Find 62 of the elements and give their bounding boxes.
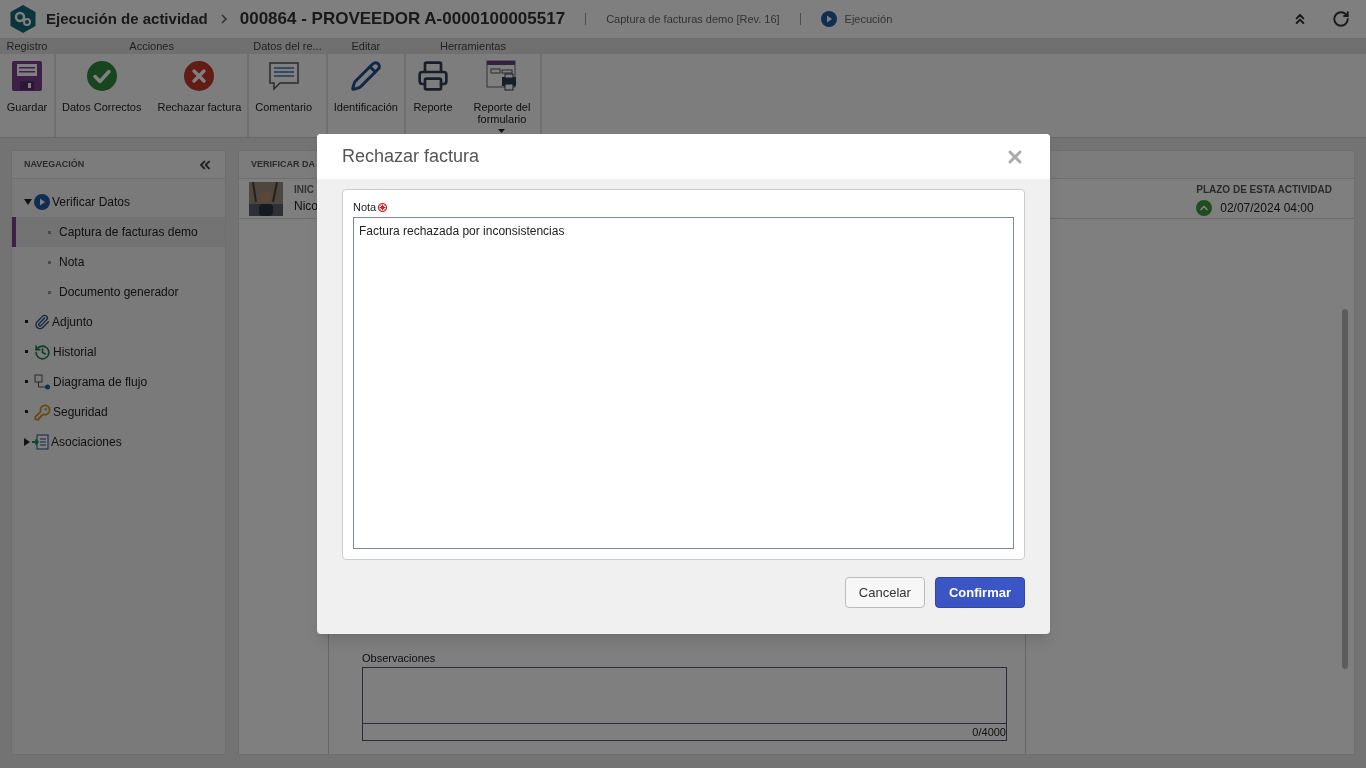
- bullet-icon: [48, 260, 51, 264]
- nav-item[interactable]: Adjunto: [12, 307, 225, 337]
- ribbon-group-label: Editar: [327, 38, 404, 54]
- confirm-button[interactable]: Confirmar: [934, 577, 1025, 608]
- process-name: Captura de facturas demo [Rev. 16]: [606, 11, 780, 27]
- ribbon-button[interactable]: Rechazar factura: [153, 60, 246, 113]
- dialog-title: Rechazar factura: [342, 145, 480, 168]
- ribbon-button[interactable]: Datos Correctos: [58, 60, 146, 113]
- ribbon-button[interactable]: Reporte del formulario: [465, 60, 538, 133]
- deadline-label: PLAZO DE ESTA ACTIVIDAD: [1196, 183, 1332, 197]
- nav-subitem[interactable]: Documento generador: [12, 277, 225, 307]
- bullet-icon: [48, 230, 51, 234]
- bullet-icon: [48, 290, 51, 294]
- field-label: Observaciones: [362, 651, 437, 666]
- printer-icon: [416, 60, 449, 92]
- refresh-icon[interactable]: [1332, 10, 1350, 28]
- check-icon: [85, 60, 118, 92]
- nav-item[interactable]: Seguridad: [12, 397, 225, 427]
- character-counter: 0/4000: [972, 724, 1006, 740]
- ribbon-group-label: Datos del re...: [249, 38, 326, 54]
- panel-title: VERIFICAR DA: [251, 157, 315, 171]
- status-label: Ejecución: [844, 11, 893, 27]
- pencil-icon: [349, 60, 382, 92]
- cross-icon: [183, 60, 216, 92]
- list-import-icon: [32, 434, 49, 450]
- form-printer-icon: [485, 60, 518, 92]
- note-field[interactable]: Factura rechazada por inconsistencias: [353, 216, 1014, 549]
- key-icon: [34, 403, 51, 421]
- ribbon-button[interactable]: Identificación: [329, 60, 402, 113]
- field-label: Nota: [353, 200, 377, 215]
- cancel-button[interactable]: Cancelar: [844, 577, 925, 608]
- nav-item[interactable]: Diagrama de flujo: [12, 367, 225, 397]
- history-icon: [34, 343, 51, 361]
- panel-title: NAVEGACIÓN: [24, 157, 85, 171]
- starter-name: Nico: [294, 198, 318, 215]
- caret-right-icon: [24, 438, 30, 446]
- ribbon-button[interactable]: Reporte: [407, 60, 458, 113]
- ribbon-button[interactable]: Comentario: [251, 60, 317, 113]
- record-title: 000864 - PROVEEDOR A-0000100005517: [239, 8, 566, 31]
- deadline-date: 02/07/2024 04:00: [1220, 200, 1314, 217]
- gears-logo-icon: [8, 4, 38, 34]
- nav-subitem[interactable]: Captura de facturas demo: [12, 217, 225, 247]
- play-icon: [820, 11, 837, 27]
- chevron-right-icon: [219, 14, 228, 24]
- nav-item[interactable]: Historial: [12, 337, 225, 367]
- nav-item[interactable]: Asociaciones: [12, 427, 225, 457]
- page-title: Ejecución de actividad: [46, 8, 208, 29]
- observations-field[interactable]: 0/4000: [362, 666, 1007, 741]
- flowchart-icon: [34, 374, 51, 390]
- ribbon-button[interactable]: Guardar: [2, 60, 52, 113]
- ribbon-group-label: Acciones: [56, 38, 248, 54]
- starter-label: INIC: [294, 183, 315, 197]
- caret-down-icon: [24, 199, 32, 205]
- ribbon-group-label: Registro: [0, 38, 54, 54]
- play-icon: [34, 194, 50, 210]
- ribbon-group-label: Herramientas: [405, 38, 540, 54]
- nav-subitem[interactable]: Nota: [12, 247, 225, 277]
- paperclip-icon: [34, 314, 50, 330]
- scrollbar[interactable]: [1342, 309, 1348, 669]
- speech-bubble-icon: [267, 60, 300, 92]
- nav-item[interactable]: Verificar Datos: [12, 187, 225, 217]
- chevron-up-icon: [1196, 200, 1213, 216]
